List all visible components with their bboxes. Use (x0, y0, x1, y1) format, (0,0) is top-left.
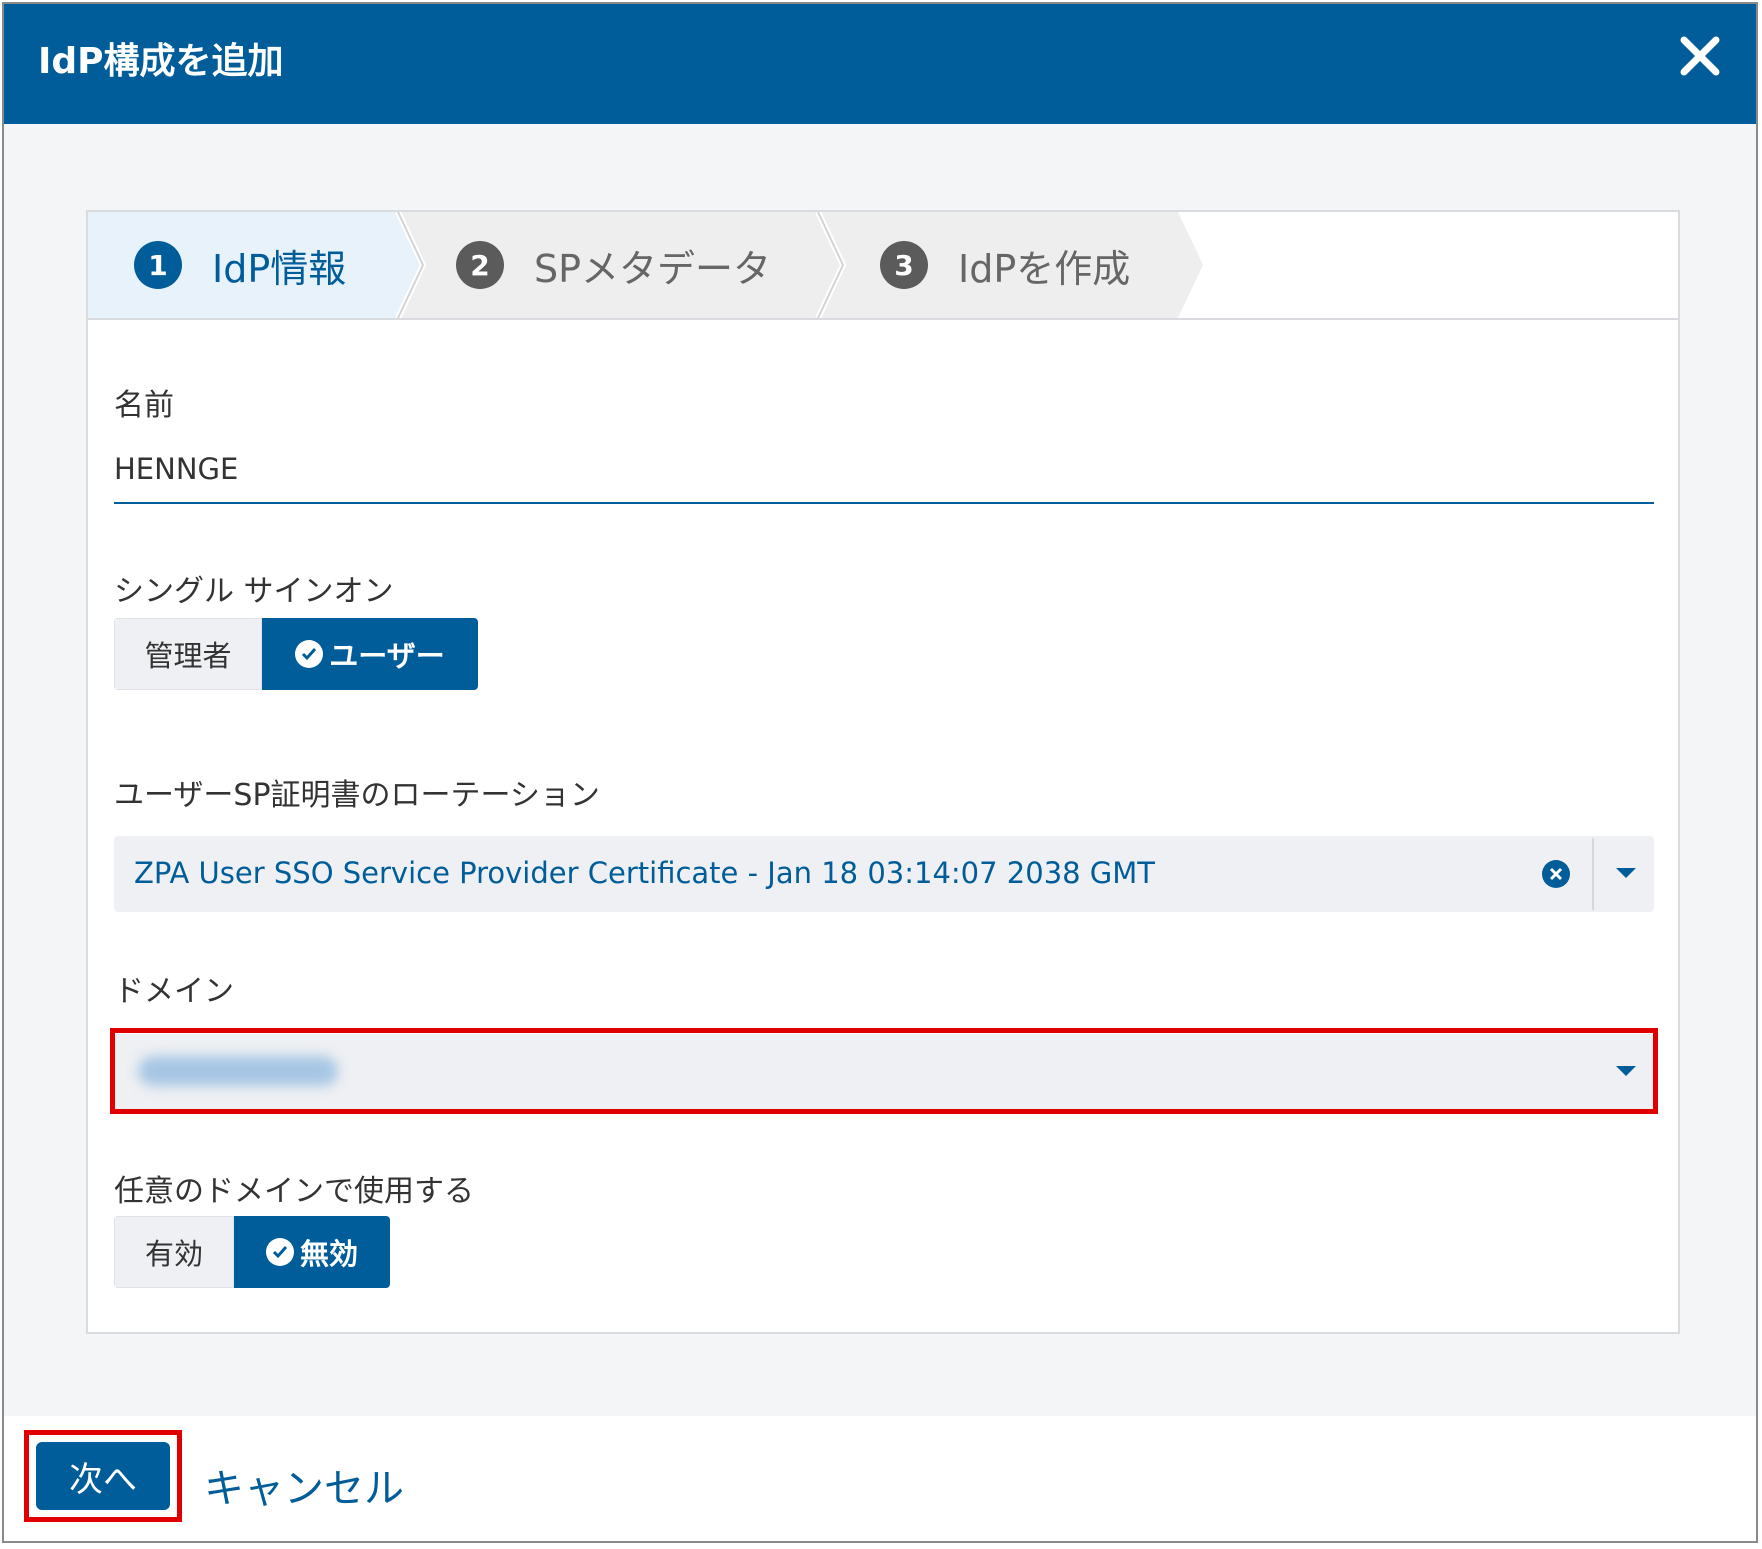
step-create-idp[interactable]: 3 IdPを作成 (880, 212, 1130, 318)
any-domain-option-enable[interactable]: 有効 (114, 1216, 234, 1288)
cancel-link[interactable]: キャンセル (204, 1456, 404, 1514)
chevron-down-icon[interactable] (1616, 868, 1636, 878)
step-label: IdP情報 (212, 246, 347, 291)
check-icon (265, 1238, 294, 1266)
dialog-title: IdP構成を追加 (38, 41, 284, 82)
step-idp-info[interactable]: 1 IdP情報 (134, 212, 346, 318)
step-number: 1 (134, 241, 182, 289)
close-icon[interactable] (1670, 26, 1730, 86)
step-number: 3 (880, 241, 928, 289)
cert-rotation-label: ユーザーSP証明書のローテーション (114, 778, 600, 813)
sso-toggle: 管理者 ユーザー (114, 618, 478, 690)
name-label: 名前 (114, 388, 174, 423)
cert-rotation-select[interactable]: ZPA User SSO Service Provider Certificat… (114, 836, 1654, 912)
any-domain-option-disable[interactable]: 無効 (234, 1216, 390, 1288)
step-label: SPメタデータ (534, 246, 772, 291)
any-domain-label: 任意のドメインで使用する (114, 1174, 474, 1209)
wizard-steps: 1 IdP情報 2 SPメタデータ 3 IdPを作成 (88, 212, 1678, 320)
select-divider (1592, 838, 1594, 910)
chevron-down-icon[interactable] (1616, 1066, 1636, 1076)
clear-icon[interactable] (1540, 858, 1572, 890)
sso-label: シングル サインオン (114, 574, 394, 609)
obscured-domain-value (138, 1056, 338, 1086)
any-domain-toggle: 有効 無効 (114, 1216, 390, 1288)
form-panel: 1 IdP情報 2 SPメタデータ 3 IdPを作成 名前 HENNGE シング… (86, 210, 1680, 1334)
domain-label: ドメイン (114, 974, 234, 1009)
add-idp-dialog: IdP構成を追加 1 IdP情報 2 SPメタデータ 3 IdPを作成 名前 H… (2, 2, 1758, 1543)
name-input[interactable]: HENNGE (114, 452, 1654, 504)
step-label: IdPを作成 (958, 246, 1131, 291)
sso-option-user-label: ユーザー (329, 639, 445, 673)
next-button[interactable]: 次へ (36, 1442, 170, 1510)
step-number: 2 (456, 241, 504, 289)
domain-select[interactable] (114, 1034, 1654, 1110)
check-icon (295, 640, 324, 668)
any-domain-option-disable-label: 無効 (299, 1237, 358, 1271)
sso-option-admin[interactable]: 管理者 (114, 618, 262, 690)
name-value: HENNGE (114, 452, 239, 486)
step-sp-metadata[interactable]: 2 SPメタデータ (456, 212, 771, 318)
cert-rotation-value: ZPA User SSO Service Provider Certificat… (134, 856, 1156, 890)
sso-option-user[interactable]: ユーザー (262, 618, 478, 690)
dialog-header: IdP構成を追加 (4, 4, 1756, 124)
